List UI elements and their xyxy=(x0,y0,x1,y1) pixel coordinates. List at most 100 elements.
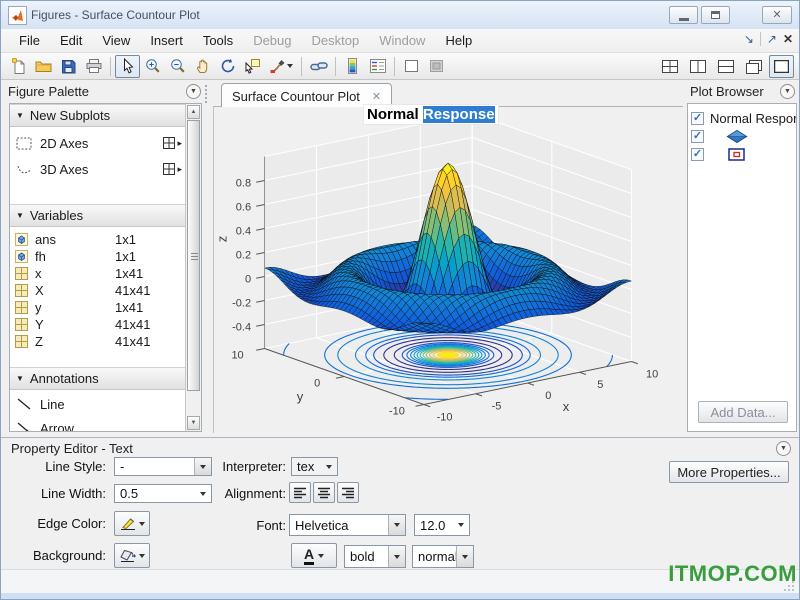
font-size-combo[interactable]: 12.0 xyxy=(414,514,470,536)
layout-single-button[interactable] xyxy=(769,55,794,78)
menu-file[interactable]: File xyxy=(9,30,50,51)
more-properties-label: More Properties... xyxy=(677,465,780,480)
menu-debug[interactable]: Debug xyxy=(243,30,301,51)
hide-plot-tools-button[interactable] xyxy=(399,55,424,78)
zoom-out-button[interactable] xyxy=(165,55,190,78)
interpreter-dropdown[interactable]: tex xyxy=(291,457,338,476)
restore-button[interactable] xyxy=(701,6,730,24)
checkbox-checked[interactable]: ✓ xyxy=(691,130,704,143)
print-button[interactable] xyxy=(81,55,106,78)
insert-colorbar-button[interactable] xyxy=(340,55,365,78)
font-family-dropdown[interactable]: Helvetica xyxy=(289,514,406,536)
font-weight-dropdown[interactable]: bold xyxy=(344,545,406,568)
layout-hsplit-icon xyxy=(718,60,734,73)
scrollbar-thumb[interactable] xyxy=(187,120,200,391)
variable-row[interactable]: Z41x41 xyxy=(10,333,186,350)
scroll-up-button[interactable]: ▲ xyxy=(187,105,200,119)
palette-scrollbar[interactable]: ▲ ▼ xyxy=(185,104,201,431)
undock-icon[interactable]: ↗ xyxy=(767,32,777,46)
more-properties-button[interactable]: More Properties... xyxy=(669,461,789,483)
zoom-in-button[interactable] xyxy=(140,55,165,78)
align-left-button[interactable] xyxy=(289,482,311,503)
section-new-subplots[interactable]: ▼ New Subplots xyxy=(10,104,186,127)
minimize-button[interactable] xyxy=(669,6,698,24)
caret-down-icon xyxy=(139,554,145,558)
dropdown-button[interactable] xyxy=(388,515,405,535)
show-plot-tools-button[interactable] xyxy=(424,55,449,78)
splitter-grip[interactable] xyxy=(205,85,210,103)
dropdown-button[interactable] xyxy=(388,546,405,567)
insert-legend-button[interactable] xyxy=(365,55,390,78)
section-annotations[interactable]: ▼ Annotations xyxy=(10,367,186,390)
dock-icon[interactable]: ↘ xyxy=(744,32,754,46)
layout-hsplit-button[interactable] xyxy=(713,55,738,78)
align-right-button[interactable] xyxy=(337,482,359,503)
menu-view[interactable]: View xyxy=(92,30,140,51)
checkbox-checked[interactable]: ✓ xyxy=(691,112,704,125)
plot-title-editor[interactable]: Normal Response xyxy=(364,105,498,124)
variable-row[interactable]: ans1x1 xyxy=(10,231,186,248)
font-color-button[interactable]: A xyxy=(291,543,337,568)
open-file-button[interactable] xyxy=(31,55,56,78)
menu-insert[interactable]: Insert xyxy=(140,30,193,51)
menu-edit[interactable]: Edit xyxy=(50,30,92,51)
variable-row[interactable]: fh1x1 xyxy=(10,248,186,265)
add-data-button[interactable]: Add Data... xyxy=(698,401,788,423)
variable-row[interactable]: x1x41 xyxy=(10,265,186,282)
title-bar[interactable]: Figures - Surface Countour Plot ✕ xyxy=(1,1,799,30)
edge-color-button[interactable] xyxy=(114,511,150,536)
link-plot-button[interactable] xyxy=(306,55,331,78)
palette-item-2d-axes[interactable]: 2D Axes ▸ xyxy=(10,130,186,156)
brush-dropdown-caret[interactable] xyxy=(287,64,293,68)
menu-window[interactable]: Window xyxy=(369,30,435,51)
new-figure-button[interactable] xyxy=(6,55,31,78)
surface-plot-canvas[interactable] xyxy=(214,107,684,433)
layout-single-icon xyxy=(774,60,789,73)
plot-browser-row-contour[interactable]: ✓ xyxy=(688,145,796,163)
insert-arrow-icon[interactable]: ▸ xyxy=(177,164,182,175)
insert-arrow-icon[interactable]: ▸ xyxy=(177,138,182,149)
font-angle-dropdown[interactable]: normal xyxy=(412,545,474,568)
plot-browser-row-axes[interactable]: ✓ Normal Respons xyxy=(688,109,796,127)
variable-row[interactable]: Y41x41 xyxy=(10,316,186,333)
dropdown-button[interactable] xyxy=(456,546,473,567)
layout-vsplit-button[interactable] xyxy=(685,55,710,78)
annotation-item-arrow[interactable]: Arrow xyxy=(10,416,186,432)
property-editor-title: Property Editor - Text xyxy=(11,441,133,456)
brush-data-button[interactable] xyxy=(265,55,297,78)
align-center-button[interactable] xyxy=(313,482,335,503)
annotation-label: Arrow xyxy=(40,421,74,433)
dropdown-button[interactable] xyxy=(321,458,337,475)
data-cursor-button[interactable] xyxy=(240,55,265,78)
plot-browser-row-surface[interactable]: ✓ xyxy=(688,127,796,145)
section-variables[interactable]: ▼ Variables xyxy=(10,204,186,227)
annotation-item-line[interactable]: Line xyxy=(10,392,186,416)
surface-patch-icon xyxy=(726,130,748,143)
close-button[interactable]: ✕ xyxy=(762,6,792,24)
menu-tools[interactable]: Tools xyxy=(193,30,243,51)
menu-desktop[interactable]: Desktop xyxy=(302,30,370,51)
edit-plot-button[interactable] xyxy=(115,55,140,78)
rotate-3d-button[interactable] xyxy=(215,55,240,78)
figure-palette-collapse-button[interactable]: ▼ xyxy=(186,84,201,99)
axes-title-label: Normal Respons xyxy=(710,111,797,126)
layout-grid-button[interactable] xyxy=(657,55,682,78)
tab-close-icon[interactable]: ✕ xyxy=(372,90,381,103)
pan-button[interactable] xyxy=(190,55,215,78)
variable-row[interactable]: y1x41 xyxy=(10,299,186,316)
plot-browser-collapse-button[interactable]: ▼ xyxy=(780,84,795,99)
resize-grip[interactable] xyxy=(784,589,786,591)
property-editor-collapse-button[interactable]: ▼ xyxy=(776,441,791,456)
menubar-close-icon[interactable]: ✕ xyxy=(783,32,793,46)
checkbox-checked[interactable]: ✓ xyxy=(691,148,704,161)
layout-cascade-button[interactable] xyxy=(741,55,766,78)
variable-row[interactable]: X41x41 xyxy=(10,282,186,299)
figures-window: Figures - Surface Countour Plot ✕ File E… xyxy=(0,0,800,600)
save-button[interactable] xyxy=(56,55,81,78)
palette-item-3d-axes[interactable]: 3D Axes ▸ xyxy=(10,156,186,182)
dropdown-button[interactable] xyxy=(453,515,469,535)
scroll-down-button[interactable]: ▼ xyxy=(187,416,200,430)
menu-help[interactable]: Help xyxy=(435,30,482,51)
background-color-button[interactable] xyxy=(114,543,150,568)
variable-size: 41x41 xyxy=(115,334,150,349)
